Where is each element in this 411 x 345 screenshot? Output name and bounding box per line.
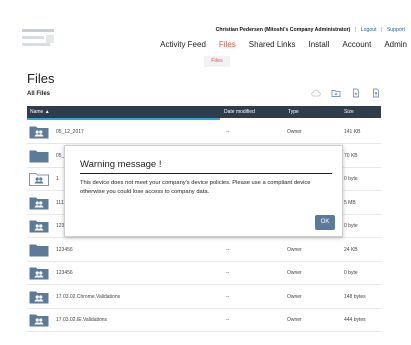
shared-folder-icon bbox=[29, 290, 49, 304]
main-nav: Activity Feed Files Shared Links Install… bbox=[147, 40, 407, 49]
dialog-divider bbox=[80, 173, 332, 174]
date-modified: -- bbox=[226, 317, 230, 323]
file-name[interactable]: 17.03.02.IE.Validations bbox=[56, 317, 107, 323]
file-size: 24 KB bbox=[344, 246, 358, 253]
file-size: 148 bytes bbox=[344, 293, 366, 300]
file-type: Owner bbox=[287, 317, 302, 323]
table-row[interactable]: 05_12_2017 -- Owner 141 KB bbox=[27, 121, 381, 144]
nav-activity-feed[interactable]: Activity Feed bbox=[160, 40, 206, 49]
date-modified: -- bbox=[226, 293, 230, 300]
folder-icon bbox=[29, 149, 49, 163]
table-row[interactable]: 17.03.02.Chrome.Validations -- Owner 148 by… bbox=[27, 286, 381, 309]
nav-shared-links[interactable]: Shared Links bbox=[249, 40, 296, 49]
date-modified: -- bbox=[226, 129, 230, 135]
dialog-title: Warning message ! bbox=[80, 159, 162, 170]
submenu-files[interactable]: Files bbox=[204, 56, 230, 67]
file-type: Owner bbox=[287, 270, 302, 276]
breadcrumb[interactable]: All Files bbox=[27, 91, 50, 97]
date-modified: -- bbox=[226, 270, 230, 276]
date-modified: -- bbox=[226, 246, 230, 253]
new-file-icon[interactable] bbox=[351, 88, 361, 98]
company-logo bbox=[22, 29, 54, 51]
file-name[interactable]: 17.03.02.Chrome.Validations bbox=[56, 294, 120, 300]
shared-folder-icon bbox=[29, 219, 49, 233]
nav-install[interactable]: Install bbox=[309, 40, 330, 49]
file-size: 70 KB bbox=[344, 152, 358, 159]
table-row[interactable]: 17.03.02.IE.Validations -- Owner 444 bytes bbox=[27, 309, 381, 332]
folder-icon bbox=[29, 243, 49, 257]
logout-link[interactable]: Logout bbox=[361, 27, 377, 33]
column-date-header[interactable]: Date modified bbox=[224, 106, 255, 118]
file-name[interactable]: 123456 bbox=[56, 270, 73, 276]
shared-folder-icon bbox=[29, 266, 49, 280]
file-size: 0 byte bbox=[344, 176, 358, 182]
file-size: 0 byte bbox=[344, 223, 358, 229]
file-name[interactable]: 1 bbox=[56, 176, 59, 182]
user-info-bar: Christian Pedersen (Mitoshi's Company Ad… bbox=[215, 27, 405, 33]
table-header: Name ▲ Date modified Type Size bbox=[27, 106, 381, 120]
table-row[interactable]: 123456 -- Owner 0 byte bbox=[27, 262, 381, 285]
file-type: Owner bbox=[287, 246, 302, 253]
file-name[interactable]: 123456 bbox=[56, 247, 73, 253]
nav-account[interactable]: Account bbox=[342, 40, 371, 49]
top-bar: Christian Pedersen (Mitoshi's Company Ad… bbox=[0, 0, 411, 62]
shared-folder-icon bbox=[29, 196, 49, 210]
file-size: 0 byte bbox=[344, 270, 358, 276]
new-folder-icon[interactable] bbox=[331, 88, 341, 98]
ok-button[interactable]: OK bbox=[315, 215, 335, 230]
file-name[interactable]: 05_12_2017 bbox=[56, 129, 84, 135]
shared-folder-icon bbox=[29, 125, 49, 139]
file-size: 444 bytes bbox=[344, 317, 366, 323]
file-size: 5 MB bbox=[344, 199, 356, 206]
file-size: 141 KB bbox=[344, 129, 361, 135]
column-type-header[interactable]: Type bbox=[288, 106, 299, 118]
upload-file-icon[interactable] bbox=[371, 88, 381, 98]
shared-folder-icon bbox=[29, 313, 49, 327]
warning-dialog: Warning message ! This device does not m… bbox=[64, 145, 343, 237]
row-divider bbox=[27, 331, 381, 332]
nav-files[interactable]: Files bbox=[219, 40, 236, 49]
shared-folder-outline-icon bbox=[29, 172, 49, 186]
table-row[interactable]: 123456 -- Owner 24 KB bbox=[27, 239, 381, 262]
file-type: Owner bbox=[287, 293, 302, 300]
support-link[interactable]: Support bbox=[387, 27, 405, 33]
file-type: Owner bbox=[287, 129, 302, 135]
user-name: Christian Pedersen (Mitoshi's Company Ad… bbox=[215, 27, 351, 33]
file-toolbar bbox=[301, 88, 381, 98]
column-name-header[interactable]: Name ▲ bbox=[30, 106, 50, 118]
nav-admin[interactable]: Admin bbox=[384, 40, 407, 49]
dialog-message: This device does not meet your company's… bbox=[80, 180, 311, 195]
column-size-header[interactable]: Size bbox=[344, 106, 354, 118]
page-title: Files bbox=[27, 71, 55, 86]
upload-cloud-icon[interactable] bbox=[311, 88, 321, 98]
